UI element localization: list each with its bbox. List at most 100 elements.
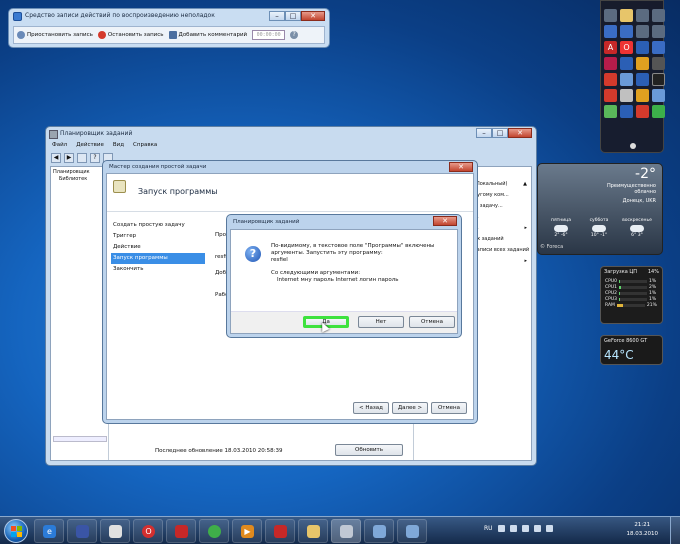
- language-indicator[interactable]: RU: [484, 525, 493, 532]
- app-icon[interactable]: [652, 57, 665, 70]
- app-icon[interactable]: [620, 73, 633, 86]
- steps-recorder-window: Средство записи действий по воспроизведе…: [8, 8, 330, 48]
- refresh-button[interactable]: Обновить: [335, 444, 403, 456]
- menu-view[interactable]: Вид: [113, 142, 124, 148]
- show-desktop-button[interactable]: [670, 517, 680, 544]
- clock-icon: [340, 525, 353, 538]
- tree-item[interactable]: Библиотек: [53, 176, 106, 183]
- network-icon[interactable]: [533, 525, 541, 532]
- maximize-button[interactable]: □: [285, 11, 301, 21]
- taskbar-app[interactable]: [364, 519, 394, 543]
- close-button[interactable]: ✕: [449, 162, 473, 172]
- taskbar-opera[interactable]: O: [133, 519, 163, 543]
- tray-icon[interactable]: [521, 525, 529, 532]
- start-button[interactable]: [4, 519, 28, 543]
- app-icon[interactable]: [636, 105, 649, 118]
- app-icon[interactable]: [636, 25, 649, 38]
- wizard-header: Запуск программы: [138, 187, 218, 196]
- app-icon[interactable]: [652, 73, 665, 86]
- add-comment-button[interactable]: Добавить комментарий: [168, 31, 247, 39]
- app-icon: [373, 525, 386, 538]
- help-button[interactable]: ?: [290, 31, 299, 39]
- taskbar-app[interactable]: [265, 519, 295, 543]
- wizard-step[interactable]: Создать простую задачу: [111, 220, 205, 231]
- wizard-step-selected[interactable]: Запуск программы: [111, 253, 205, 264]
- tray-icon[interactable]: [509, 525, 517, 532]
- scroll-dot[interactable]: [630, 143, 636, 149]
- taskbar-app[interactable]: [397, 519, 427, 543]
- cloud-icon: [554, 225, 568, 232]
- acrobat-icon[interactable]: A: [604, 41, 617, 54]
- media-icon: [109, 525, 122, 538]
- app-icon[interactable]: [636, 41, 649, 54]
- app-icon[interactable]: [604, 57, 617, 70]
- app-icon[interactable]: [604, 73, 617, 86]
- taskbar-chrome[interactable]: [199, 519, 229, 543]
- app-icon[interactable]: [620, 89, 633, 102]
- close-button[interactable]: ✕: [301, 11, 325, 21]
- maximize-button[interactable]: □: [492, 128, 508, 138]
- minimize-button[interactable]: –: [476, 128, 492, 138]
- scheduler-app-icon: [49, 130, 58, 139]
- cancel-button[interactable]: Отмена: [431, 402, 467, 414]
- stop-record-button[interactable]: Остановить запись: [97, 31, 164, 39]
- taskbar-scheduler[interactable]: [331, 519, 361, 543]
- taskbar-media[interactable]: [100, 519, 130, 543]
- forward-arrow-icon[interactable]: ▶: [64, 153, 74, 163]
- close-button[interactable]: ✕: [433, 216, 457, 226]
- minimize-button[interactable]: –: [269, 11, 285, 21]
- app-icon[interactable]: [620, 25, 633, 38]
- app-icon[interactable]: [604, 25, 617, 38]
- app-icon[interactable]: [652, 105, 665, 118]
- question-icon: ?: [245, 246, 261, 262]
- wizard-step[interactable]: Действие: [111, 242, 205, 253]
- cloud-icon: [592, 225, 606, 232]
- taskbar-ie[interactable]: e: [34, 519, 64, 543]
- app-icon[interactable]: [620, 57, 633, 70]
- weather-gadget: -2° Преимущественно облачно Донецк, UKR …: [537, 163, 663, 255]
- opera-icon[interactable]: O: [620, 41, 633, 54]
- floppy-icon: [76, 525, 89, 538]
- app-icon[interactable]: [604, 105, 617, 118]
- app-icon[interactable]: [636, 57, 649, 70]
- app-icon[interactable]: [604, 89, 617, 102]
- cancel-button[interactable]: Отмена: [409, 316, 455, 328]
- menu-help[interactable]: Справка: [133, 142, 157, 148]
- back-arrow-icon[interactable]: ◀: [51, 153, 61, 163]
- menu-file[interactable]: Файл: [52, 142, 67, 148]
- horizontal-scrollbar[interactable]: [53, 436, 107, 442]
- app-icon[interactable]: [652, 41, 665, 54]
- taskbar-app[interactable]: [166, 519, 196, 543]
- app-icon[interactable]: [620, 105, 633, 118]
- tray-icon[interactable]: [497, 525, 505, 532]
- taskbar-explorer[interactable]: [298, 519, 328, 543]
- taskbar-clock[interactable]: 21:21 18.03.2010: [627, 521, 659, 539]
- pause-record-button[interactable]: Приостановить запись: [17, 31, 93, 39]
- tree-item[interactable]: Планировщик: [53, 169, 106, 176]
- app-icon: [274, 525, 287, 538]
- wizard-step[interactable]: Триггер: [111, 231, 205, 242]
- volume-icon[interactable]: [545, 525, 553, 532]
- app-icon[interactable]: [652, 9, 665, 22]
- taskbar-player[interactable]: ▶: [232, 519, 262, 543]
- app-icon[interactable]: [652, 25, 665, 38]
- bluetooth-icon[interactable]: [636, 73, 649, 86]
- app-icon[interactable]: [604, 9, 617, 22]
- no-button[interactable]: Нет: [358, 316, 404, 328]
- folder-icon[interactable]: [620, 9, 633, 22]
- taskbar-save[interactable]: [67, 519, 97, 543]
- app-icon[interactable]: [652, 89, 665, 102]
- next-button[interactable]: Далее >: [392, 402, 428, 414]
- chrome-icon: [208, 525, 221, 538]
- weather-source[interactable]: © Foreca: [540, 244, 563, 250]
- arguments-label: Доб: [215, 270, 227, 276]
- close-button[interactable]: ✕: [508, 128, 532, 138]
- confirm-dialog: Планировщик заданий ✕ ? По-видимому, в т…: [226, 214, 462, 338]
- help-icon[interactable]: ?: [90, 153, 100, 163]
- app-icon[interactable]: [636, 89, 649, 102]
- wizard-step[interactable]: Закончить: [111, 264, 205, 275]
- console-icon[interactable]: [77, 153, 87, 163]
- back-button[interactable]: < Назад: [353, 402, 389, 414]
- app-icon[interactable]: [636, 9, 649, 22]
- menu-action[interactable]: Действие: [76, 142, 104, 148]
